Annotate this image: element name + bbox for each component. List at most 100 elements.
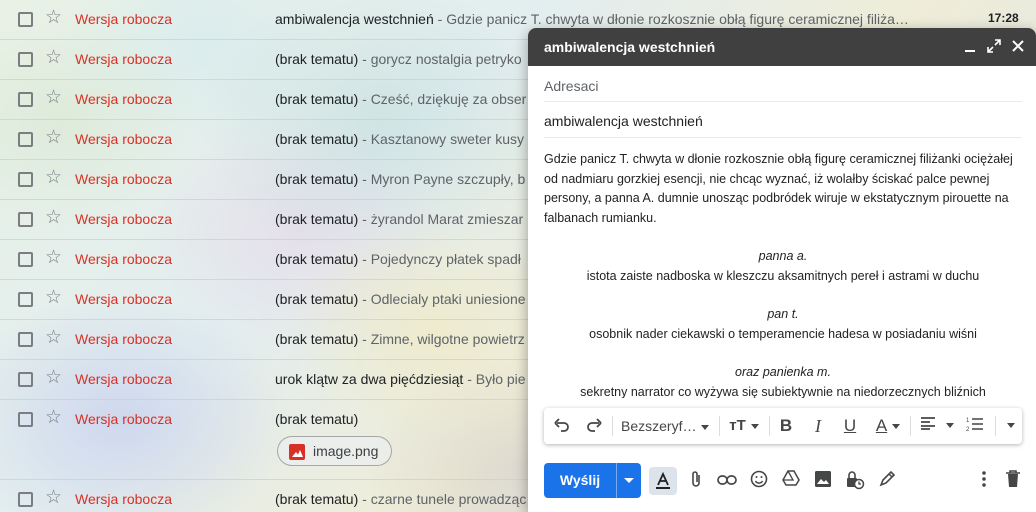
star-icon[interactable]: ☆ <box>45 8 62 28</box>
subject: (brak tematu) <box>275 331 359 347</box>
snippet: - Zimne, wilgotne powietrz <box>358 331 525 347</box>
bold-icon[interactable]: B <box>776 416 796 436</box>
close-icon[interactable] <box>1008 36 1028 56</box>
subject: (brak tematu) <box>275 51 359 67</box>
send-button[interactable]: Wyślij <box>544 463 641 498</box>
svg-text:2: 2 <box>966 427 970 432</box>
image-icon <box>289 444 305 460</box>
star-icon[interactable]: ☆ <box>45 168 62 188</box>
star-icon[interactable]: ☆ <box>45 488 62 508</box>
undo-icon[interactable] <box>552 416 572 436</box>
minimize-icon[interactable] <box>960 36 980 56</box>
attachment-name: image.png <box>313 443 379 459</box>
checkbox[interactable] <box>18 292 33 307</box>
toolbar-divider <box>910 416 911 436</box>
subject: (brak tematu) <box>275 211 359 227</box>
toolbar-divider <box>769 416 770 436</box>
redo-icon[interactable] <box>584 416 604 436</box>
subject: (brak tematu) <box>275 131 359 147</box>
numbered-list-icon[interactable]: 12 <box>964 416 986 436</box>
emoji-icon[interactable] <box>748 470 770 492</box>
subject: (brak tematu) <box>275 491 359 507</box>
compose-header[interactable]: ambiwalencja westchnień <box>528 28 1036 66</box>
text-size-icon[interactable]: тT <box>727 416 761 436</box>
font-select[interactable]: Bezszeryf… <box>621 416 717 436</box>
snippet: - Pojedynczy płatek spadł <box>358 251 521 267</box>
sender: Wersja robocza <box>75 91 173 107</box>
more-vert-icon[interactable] <box>973 470 995 492</box>
checkbox[interactable] <box>18 212 33 227</box>
star-icon[interactable]: ☆ <box>45 408 62 428</box>
body-intro: Gdzie panicz T. chwyta w dłonie rozkoszn… <box>544 152 1013 225</box>
recipients-field[interactable]: Adresaci <box>544 66 1022 102</box>
star-icon[interactable]: ☆ <box>45 88 62 108</box>
star-icon[interactable]: ☆ <box>45 48 62 68</box>
photo-icon[interactable] <box>812 470 834 492</box>
checkbox[interactable] <box>18 372 33 387</box>
expand-icon[interactable] <box>984 36 1004 56</box>
snippet: - Kasztanowy sweter kusy <box>358 131 524 147</box>
body-character-title: panna a. <box>758 249 808 263</box>
checkbox[interactable] <box>18 12 33 27</box>
toolbar-divider <box>995 416 996 436</box>
more-formatting-icon[interactable] <box>999 416 1017 436</box>
align-icon[interactable] <box>917 416 957 436</box>
star-icon[interactable]: ☆ <box>45 368 62 388</box>
toolbar-divider <box>719 416 720 436</box>
text-formatting-icon[interactable] <box>649 467 677 495</box>
checkbox[interactable] <box>18 132 33 147</box>
subject: (brak tematu) <box>275 411 359 427</box>
sender: Wersja robocza <box>75 211 173 227</box>
star-icon[interactable]: ☆ <box>45 128 62 148</box>
subject-value: ambiwalencja westchnień <box>544 113 703 129</box>
snippet: - Odlecialy ptaki uniesione <box>358 291 526 307</box>
checkbox[interactable] <box>18 492 33 507</box>
sender: Wersja robocza <box>75 51 173 67</box>
attachment-chip[interactable]: image.png <box>277 436 392 466</box>
recipients-placeholder: Adresaci <box>544 78 599 94</box>
text-color-icon[interactable]: A <box>871 416 905 436</box>
body-character-line: sekretny narrator co wyżywa się subiekty… <box>580 384 986 399</box>
star-icon[interactable]: ☆ <box>45 248 62 268</box>
checkbox[interactable] <box>18 52 33 67</box>
toolbar-divider <box>612 416 613 436</box>
body-character-line: osobnik nader ciekawski o temperamencie … <box>589 326 977 341</box>
send-label: Wyślij <box>559 472 601 488</box>
link-icon[interactable] <box>716 470 738 492</box>
lock-clock-icon[interactable] <box>844 470 866 492</box>
subject: ambiwalencja westchnień <box>275 11 434 27</box>
snippet: - czarne tunele prowadząc <box>358 491 527 507</box>
checkbox[interactable] <box>18 172 33 187</box>
trash-icon[interactable] <box>1002 470 1024 492</box>
paperclip-icon[interactable] <box>685 470 707 492</box>
timestamp: 17:28 <box>988 11 1019 25</box>
snippet: - Myron Payne szczupły, b <box>358 171 526 187</box>
message-body[interactable]: Gdzie panicz T. chwyta w dłonie rozkoszn… <box>544 150 1024 398</box>
subject-field[interactable]: ambiwalencja westchnień <box>544 102 1022 138</box>
font-name: Bezszeryf… <box>621 418 697 434</box>
subject: (brak tematu) <box>275 171 359 187</box>
subject: (brak tematu) <box>275 91 359 107</box>
checkbox[interactable] <box>18 412 33 427</box>
sender: Wersja robocza <box>75 11 173 27</box>
star-icon[interactable]: ☆ <box>45 288 62 308</box>
checkbox[interactable] <box>18 332 33 347</box>
checkbox[interactable] <box>18 252 33 267</box>
pen-icon[interactable] <box>876 470 898 492</box>
sender: Wersja robocza <box>75 291 173 307</box>
sender: Wersja robocza <box>75 251 173 267</box>
sender: Wersja robocza <box>75 171 173 187</box>
subject-line: ambiwalencja westchnień - Gdzie panicz T… <box>275 11 930 27</box>
underline-icon[interactable]: U <box>840 416 860 436</box>
send-options-icon[interactable] <box>617 463 641 498</box>
subject: urok klątw za dwa pięćdziesiąt <box>275 371 464 387</box>
drive-icon[interactable] <box>780 470 802 492</box>
checkbox[interactable] <box>18 92 33 107</box>
body-character-line: istota zaiste nadboska w kleszczu aksami… <box>586 268 980 283</box>
subject: (brak tematu) <box>275 251 359 267</box>
svg-text:1: 1 <box>966 418 970 424</box>
body-character-title: oraz panienka m. <box>735 365 831 379</box>
star-icon[interactable]: ☆ <box>45 208 62 228</box>
italic-icon[interactable]: I <box>808 416 828 436</box>
star-icon[interactable]: ☆ <box>45 328 62 348</box>
